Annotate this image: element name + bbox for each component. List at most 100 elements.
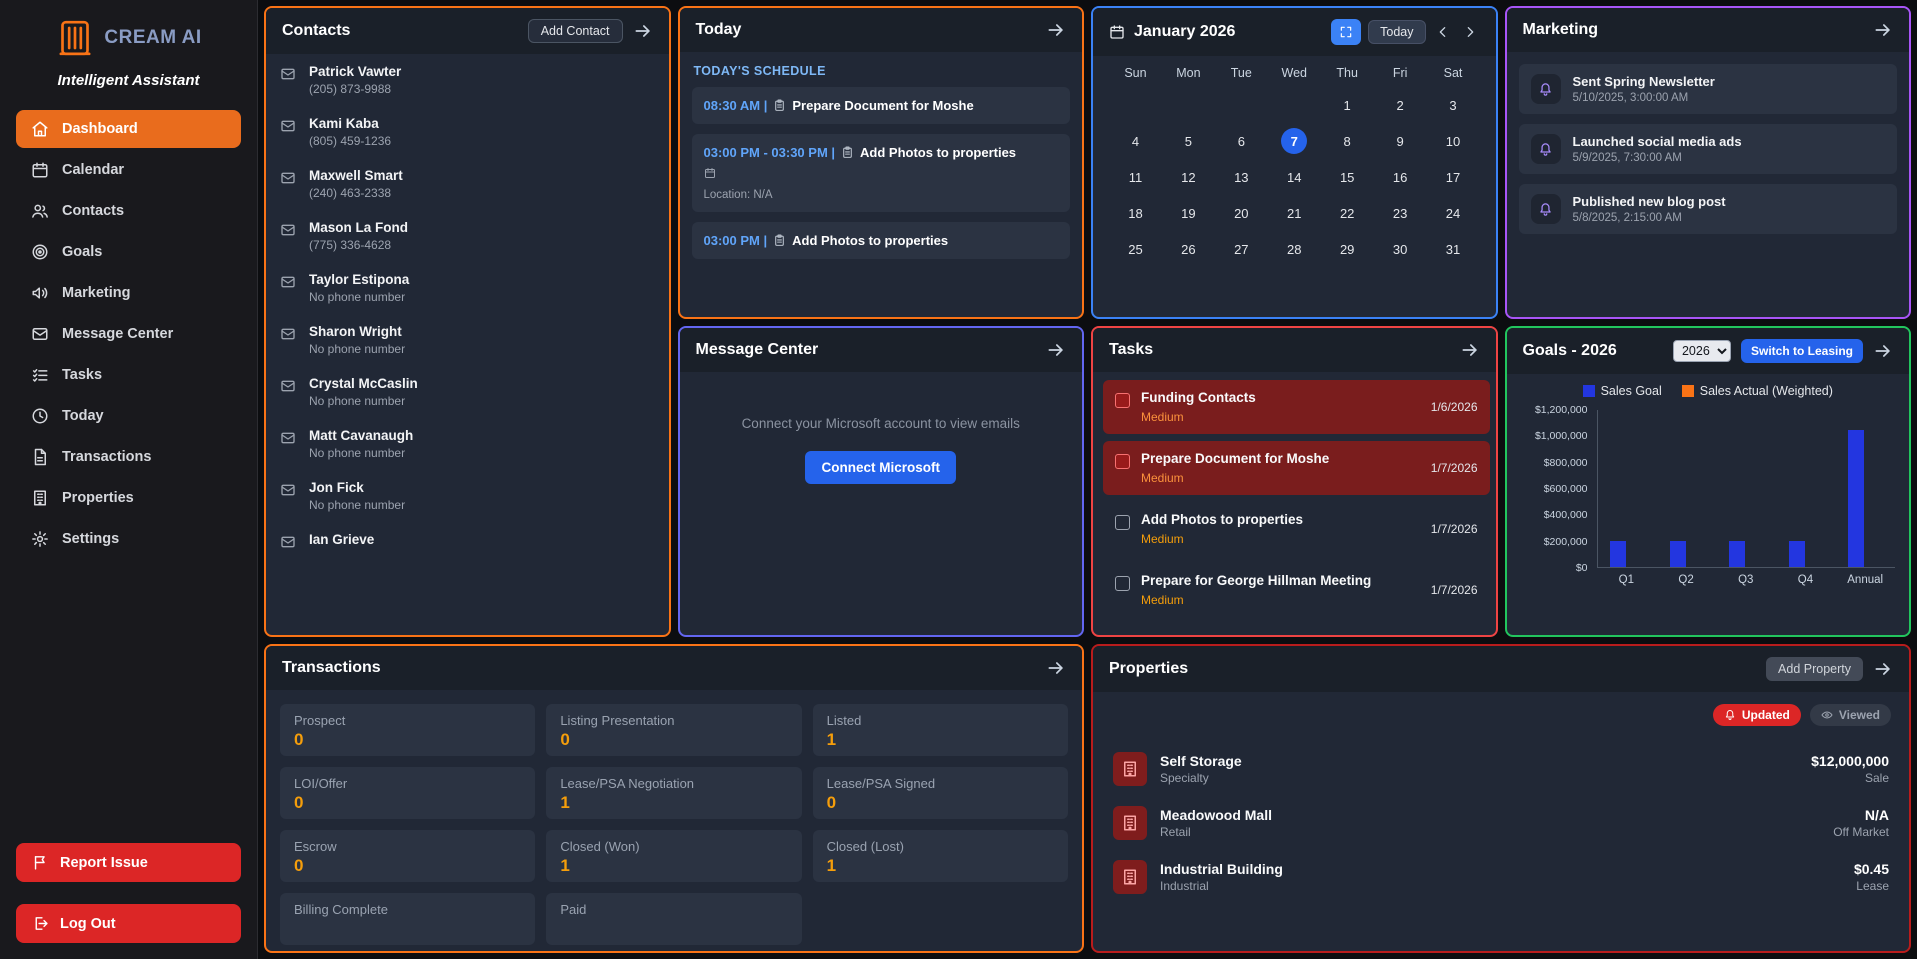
calendar-day[interactable]: 13 (1228, 164, 1254, 190)
contact-name: Taylor Estipona (309, 272, 409, 287)
properties-arrow-icon[interactable] (1873, 659, 1893, 679)
task-checkbox[interactable] (1115, 393, 1130, 408)
task-checkbox[interactable] (1115, 576, 1130, 591)
calendar-day[interactable] (1228, 92, 1254, 118)
report-issue-button[interactable]: Report Issue (16, 843, 241, 882)
contact-row[interactable]: Sharon Wright No phone number (266, 314, 669, 366)
calendar-day[interactable]: 11 (1122, 164, 1148, 190)
calendar-day[interactable] (1175, 92, 1201, 118)
tasks-arrow-icon[interactable] (1460, 340, 1480, 360)
sidebar-item-contacts[interactable]: Contacts (16, 192, 241, 230)
sidebar-item-calendar[interactable]: Calendar (16, 151, 241, 189)
calendar-expand-button[interactable] (1331, 19, 1361, 45)
task-row[interactable]: Prepare Document for Moshe Medium 1/7/20… (1103, 441, 1490, 495)
calendar-day[interactable]: 16 (1387, 164, 1413, 190)
marketing-item[interactable]: Sent Spring Newsletter 5/10/2025, 3:00:0… (1519, 64, 1898, 114)
calendar-day[interactable]: 3 (1440, 92, 1466, 118)
property-row[interactable]: Self Storage Specialty $12,000,000 Sale (1111, 742, 1891, 796)
switch-to-leasing-button[interactable]: Switch to Leasing (1741, 339, 1863, 363)
calendar-day[interactable]: 1 (1334, 92, 1360, 118)
calendar-day[interactable]: 26 (1175, 236, 1201, 262)
viewed-badge[interactable]: Viewed (1810, 704, 1891, 726)
transactions-arrow-icon[interactable] (1046, 658, 1066, 678)
calendar-day[interactable]: 20 (1228, 200, 1254, 226)
goals-year-select[interactable]: 2026 (1673, 340, 1731, 362)
calendar-day[interactable]: 17 (1440, 164, 1466, 190)
message-center-arrow-icon[interactable] (1046, 340, 1066, 360)
sidebar-item-goals[interactable]: Goals (16, 233, 241, 271)
calendar-day[interactable]: 21 (1281, 200, 1307, 226)
calendar-day[interactable]: 31 (1440, 236, 1466, 262)
calendar-day[interactable]: 18 (1122, 200, 1148, 226)
contact-row[interactable]: Kami Kaba (805) 459-1236 (266, 106, 669, 158)
contact-row[interactable]: Crystal McCaslin No phone number (266, 366, 669, 418)
calendar-today-button[interactable]: Today (1368, 20, 1425, 44)
calendar-day[interactable]: 15 (1334, 164, 1360, 190)
calendar-day[interactable]: 24 (1440, 200, 1466, 226)
calendar-day[interactable]: 12 (1175, 164, 1201, 190)
updated-badge[interactable]: Updated (1713, 704, 1801, 726)
calendar-day[interactable]: 30 (1387, 236, 1413, 262)
task-checkbox[interactable] (1115, 515, 1130, 530)
contact-row[interactable]: Mason La Fond (775) 336-4628 (266, 210, 669, 262)
schedule-item[interactable]: 03:00 PM | Add Photos to properties (692, 222, 1071, 259)
calendar-day[interactable] (1122, 92, 1148, 118)
sidebar-item-transactions[interactable]: Transactions (16, 438, 241, 476)
contact-row[interactable]: Patrick Vawter (205) 873-9988 (266, 54, 669, 106)
schedule-item[interactable]: 03:00 PM - 03:30 PM | Add Photos to prop… (692, 134, 1071, 212)
add-property-button[interactable]: Add Property (1766, 657, 1863, 681)
calendar-day[interactable]: 7 (1281, 128, 1307, 154)
goals-arrow-icon[interactable] (1873, 341, 1893, 361)
calendar-day[interactable]: 4 (1122, 128, 1148, 154)
calendar-day[interactable]: 29 (1334, 236, 1360, 262)
contact-row[interactable]: Taylor Estipona No phone number (266, 262, 669, 314)
calendar-prev-button[interactable] (1433, 22, 1453, 42)
marketing-item[interactable]: Published new blog post 5/8/2025, 2:15:0… (1519, 184, 1898, 234)
sidebar-item-message-center[interactable]: Message Center (16, 315, 241, 353)
calendar-next-button[interactable] (1460, 22, 1480, 42)
tasks-list[interactable]: Funding Contacts Medium 1/6/2026 Prepare… (1093, 372, 1496, 635)
log-out-button[interactable]: Log Out (16, 904, 241, 943)
marketing-arrow-icon[interactable] (1873, 20, 1893, 40)
sidebar-item-marketing[interactable]: Marketing (16, 274, 241, 312)
calendar-day[interactable]: 22 (1334, 200, 1360, 226)
calendar-day[interactable]: 6 (1228, 128, 1254, 154)
sidebar-item-today[interactable]: Today (16, 397, 241, 435)
task-checkbox[interactable] (1115, 454, 1130, 469)
contacts-list[interactable]: Patrick Vawter (205) 873-9988 Kami Kaba … (266, 54, 669, 635)
contact-row[interactable]: Ian Grieve (266, 522, 669, 560)
calendar-day[interactable]: 25 (1122, 236, 1148, 262)
calendar-day[interactable]: 23 (1387, 200, 1413, 226)
task-row[interactable]: Add Photos to properties Medium 1/7/2026 (1103, 502, 1490, 556)
task-row[interactable]: Funding Contacts Medium 1/6/2026 (1103, 380, 1490, 434)
sidebar-item-properties[interactable]: Properties (16, 479, 241, 517)
today-arrow-icon[interactable] (1046, 20, 1066, 40)
calendar-day[interactable]: 9 (1387, 128, 1413, 154)
contact-row[interactable]: Maxwell Smart (240) 463-2338 (266, 158, 669, 210)
calendar-day[interactable]: 2 (1387, 92, 1413, 118)
sidebar-item-dashboard[interactable]: Dashboard (16, 110, 241, 148)
contacts-arrow-icon[interactable] (633, 21, 653, 41)
transactions-stats[interactable]: Prospect 0 Listing Presentation 0 Listed… (266, 690, 1082, 951)
sidebar-item-settings[interactable]: Settings (16, 520, 241, 558)
calendar-day[interactable]: 8 (1334, 128, 1360, 154)
sidebar-item-tasks[interactable]: Tasks (16, 356, 241, 394)
add-contact-button[interactable]: Add Contact (528, 19, 623, 43)
calendar-day[interactable]: 10 (1440, 128, 1466, 154)
calendar-day[interactable]: 19 (1175, 200, 1201, 226)
property-row[interactable]: Meadowood Mall Retail N/A Off Market (1111, 796, 1891, 850)
today-schedule[interactable]: TODAY'S SCHEDULE 08:30 AM | Prepare Docu… (680, 52, 1083, 317)
calendar-day[interactable] (1281, 92, 1307, 118)
calendar-day[interactable]: 28 (1281, 236, 1307, 262)
calendar-day[interactable]: 27 (1228, 236, 1254, 262)
task-row[interactable]: Prepare for George Hillman Meeting Mediu… (1103, 563, 1490, 617)
transactions-header: Transactions (266, 646, 1082, 690)
schedule-item[interactable]: 08:30 AM | Prepare Document for Moshe (692, 87, 1071, 124)
calendar-day[interactable]: 14 (1281, 164, 1307, 190)
connect-microsoft-button[interactable]: Connect Microsoft (805, 451, 956, 484)
contact-row[interactable]: Jon Fick No phone number (266, 470, 669, 522)
contact-row[interactable]: Matt Cavanaugh No phone number (266, 418, 669, 470)
calendar-day[interactable]: 5 (1175, 128, 1201, 154)
marketing-item[interactable]: Launched social media ads 5/9/2025, 7:30… (1519, 124, 1898, 174)
property-row[interactable]: Industrial Building Industrial $0.45 Lea… (1111, 850, 1891, 904)
